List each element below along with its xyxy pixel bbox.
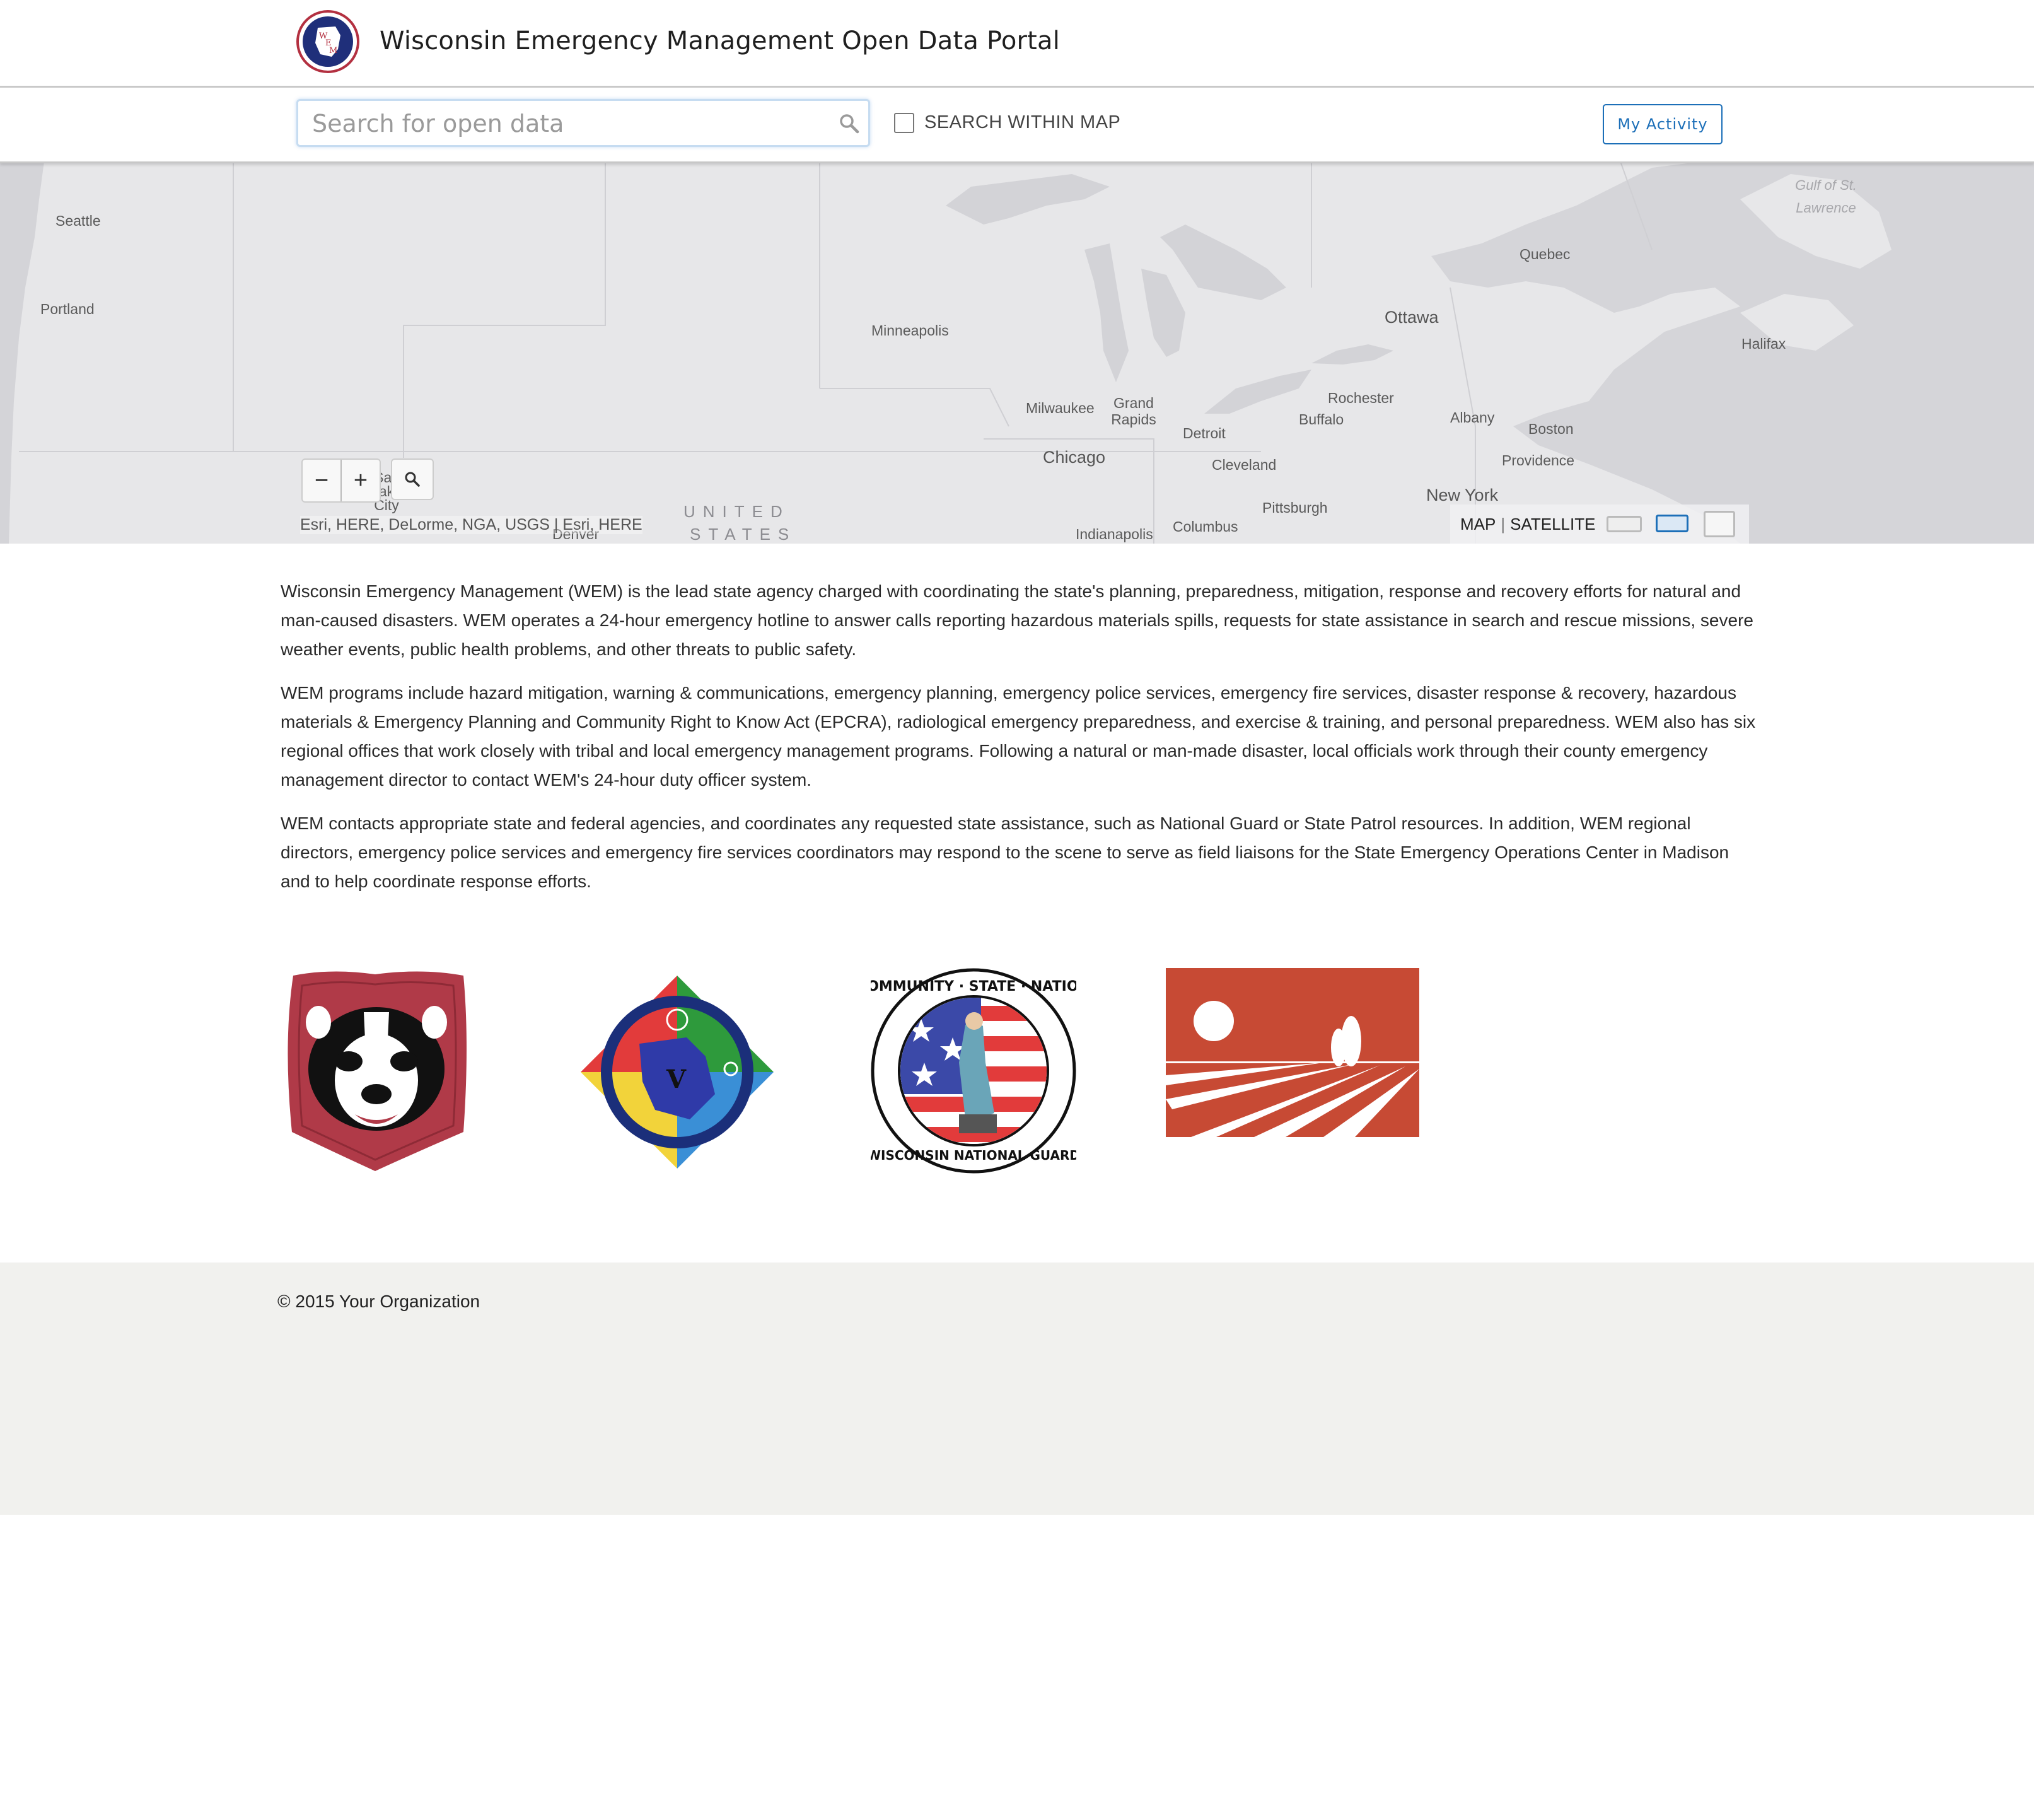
map-city: Boston [1528,421,1574,437]
about-section: Wisconsin Emergency Management (WEM) is … [281,577,1759,911]
search-within-map-label: SEARCH WITHIN MAP [924,112,1121,132]
site-header: W E M Wisconsin Emergency Management Ope… [0,0,2034,88]
map-city: Buffalo [1299,411,1344,428]
map-city: Minneapolis [871,322,949,339]
map-city: Cleveland [1212,457,1277,473]
guard-seal-bottom-text: WISCONSIN NATIONAL GUARD [871,1148,1076,1163]
search-within-map-toggle[interactable]: SEARCH WITHIN MAP [894,112,1120,133]
map-search-button[interactable] [391,458,434,500]
map-view[interactable]: Gulf of St. Lawrence Seattle Portland Mi… [0,161,2034,544]
map-city: Rochester [1328,390,1394,406]
map-label-gulf: Gulf of St. Lawrence [1788,174,1864,219]
roman-numeral: V [666,1065,687,1094]
about-paragraph: WEM programs include hazard mitigation, … [281,683,1756,790]
search-toolbar: SEARCH WITHIN MAP My Activity [0,88,2034,163]
basemap-thumb-imagery[interactable] [1704,511,1735,537]
basemap-thumb-selected[interactable] [1656,515,1688,532]
basemap-thumb-light[interactable] [1607,516,1642,532]
map-city: Detroit [1183,425,1226,441]
map-city: Portland [40,301,95,317]
national-guard-logo[interactable]: COMMUNITY · STATE · NATION WISCONSIN NAT… [871,968,1076,1174]
zoom-in-button[interactable]: + [342,460,380,501]
farm-field-logo[interactable] [1166,968,1419,1137]
search-within-map-checkbox[interactable] [894,112,914,133]
map-city: Quebec [1520,246,1571,262]
wem-logo[interactable]: W E M [296,10,359,73]
map-city: New York [1426,486,1499,505]
map-city: Providence [1502,452,1575,469]
map-label-gulf-line: Gulf of St. Lawrence [1795,177,1857,216]
badger-shield-logo[interactable] [281,968,474,1174]
search-box[interactable] [296,99,870,147]
about-paragraph: Wisconsin Emergency Management (WEM) is … [281,581,1753,659]
map-city: Chicago [1043,448,1106,467]
map-city: Seattle [55,213,101,229]
zoom-control: − + [301,458,381,503]
map-city: Ottawa [1385,308,1439,327]
site-title: Wisconsin Emergency Management Open Data… [380,26,1061,55]
search-input[interactable] [311,106,818,141]
basemap-map-option[interactable]: MAP [1460,515,1496,534]
map-country-label: STATES [690,525,797,544]
map-country-label: UNITED [683,502,790,521]
zoom-out-button[interactable]: − [303,460,342,501]
guard-seal-top-text: COMMUNITY · STATE · NATION [871,979,1076,995]
basemap-switcher: MAP | SATELLITE [1450,505,1749,544]
site-footer: © 2015 Your Organization [0,1263,2034,1515]
map-city: Grand Rapids [1111,395,1156,428]
map-city: Indianapolis [1076,526,1153,542]
map-city: Halifax [1741,335,1786,352]
partner-logos: V COMMUNITY · STATE · NATION WISCONS [281,968,1759,1176]
about-paragraph: WEM contacts appropriate state and feder… [281,814,1729,891]
svg-text:M: M [329,46,337,55]
map-attribution[interactable]: Esri, HERE, DeLorme, NGA, USGS | Esri, H… [300,516,642,534]
map-city: Columbus [1173,518,1238,535]
basemap-separator: | [1501,514,1506,534]
basemap-satellite-option[interactable]: SATELLITE [1510,515,1595,534]
map-city: Pittsburgh [1262,499,1328,516]
search-icon[interactable] [838,112,861,135]
map-city: Milwaukee [1026,400,1095,416]
copyright-text: © 2015 Your Organization [277,1292,480,1311]
my-activity-button[interactable]: My Activity [1603,104,1723,144]
civil-support-team-logo[interactable]: V [579,974,775,1170]
map-city: Albany [1450,409,1495,426]
magnifier-icon [405,472,420,487]
